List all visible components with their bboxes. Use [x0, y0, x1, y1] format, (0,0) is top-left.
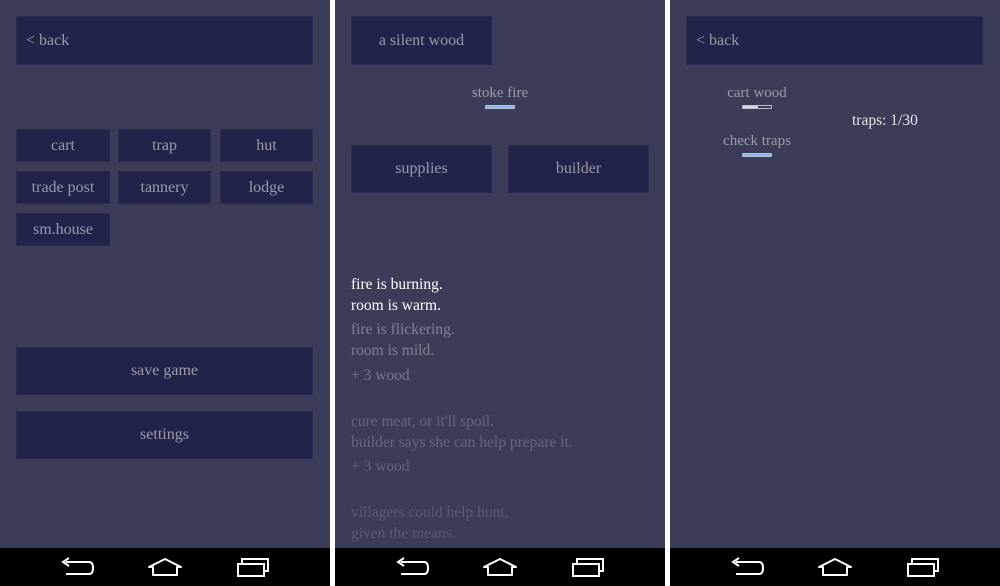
back-button[interactable]: < back — [16, 16, 313, 65]
build-smokehouse-button[interactable]: sm.house — [16, 213, 110, 246]
event-log-message: cure meat, or it'll spoil. — [351, 413, 495, 430]
stoke-fire-progress-fill — [486, 106, 514, 108]
event-log-message: + 3 wood — [351, 367, 410, 384]
cart-wood-progress — [742, 105, 772, 109]
build-trade-post-button[interactable]: trade post — [16, 171, 110, 204]
back-icon[interactable] — [728, 556, 764, 578]
event-log-message: room is warm. — [351, 297, 441, 314]
android-navbar — [335, 548, 665, 586]
check-traps-button[interactable]: check traps — [707, 132, 807, 157]
check-traps-label: check traps — [723, 133, 791, 149]
recent-apps-icon[interactable] — [906, 556, 942, 578]
build-lodge-button[interactable]: lodge — [220, 171, 313, 204]
build-cart-button[interactable]: cart — [16, 129, 110, 162]
supplies-button[interactable]: supplies — [351, 145, 492, 193]
build-tannery-button[interactable]: tannery — [118, 171, 211, 204]
check-traps-progress — [742, 153, 772, 157]
build-trap-button[interactable]: trap — [118, 129, 211, 162]
android-navbar — [670, 548, 1000, 586]
stoke-fire-label: stoke fire — [471, 85, 529, 101]
home-icon[interactable] — [147, 556, 183, 578]
screen-room: a silent wood stoke fire supplies builde… — [335, 0, 665, 586]
cart-wood-progress-fill — [743, 106, 759, 108]
recent-apps-icon[interactable] — [571, 556, 607, 578]
cart-wood-button[interactable]: cart wood — [707, 84, 807, 109]
stoke-fire-progress — [485, 105, 515, 109]
event-log-message: fire is flickering. — [351, 321, 455, 338]
event-log-message: room is mild. — [351, 342, 435, 359]
event-log-message: villagers could help hunt, — [351, 504, 509, 521]
screen-forest: < back cart wood check traps traps: 1/30 — [670, 0, 1000, 586]
cart-wood-label: cart wood — [727, 85, 787, 101]
event-log-message: fire is burning. — [351, 276, 443, 293]
stoke-fire-button[interactable]: stoke fire — [450, 84, 550, 109]
check-traps-progress-fill — [743, 154, 771, 156]
build-hut-button[interactable]: hut — [220, 129, 313, 162]
event-log-message: builder says she can help prepare it. — [351, 434, 573, 451]
back-icon[interactable] — [58, 556, 94, 578]
back-button[interactable]: < back — [686, 16, 983, 65]
home-icon[interactable] — [817, 556, 853, 578]
back-icon[interactable] — [393, 556, 429, 578]
event-log-message: + 3 wood — [351, 458, 410, 475]
event-log-message: given the means. — [351, 525, 456, 542]
home-icon[interactable] — [482, 556, 518, 578]
recent-apps-icon[interactable] — [236, 556, 272, 578]
builder-button[interactable]: builder — [508, 145, 649, 193]
android-navbar — [0, 548, 330, 586]
location-button-silent-wood[interactable]: a silent wood — [351, 16, 492, 65]
screen-build: < back cart trap hut trade post tannery … — [0, 0, 330, 586]
traps-count-label: traps: 1/30 — [852, 112, 918, 129]
settings-button[interactable]: settings — [16, 411, 313, 459]
save-game-button[interactable]: save game — [16, 347, 313, 395]
